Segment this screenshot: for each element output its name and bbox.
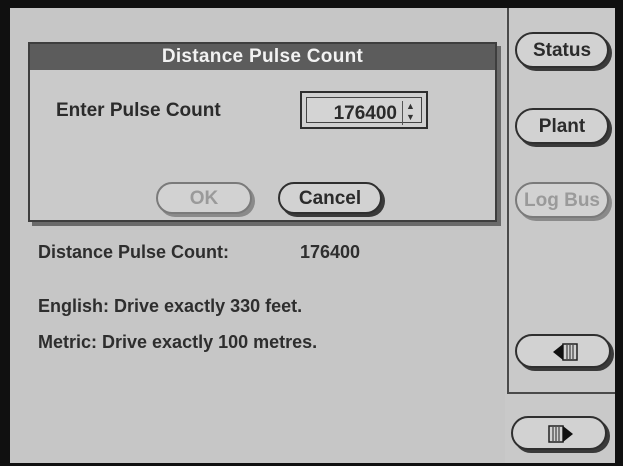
stepper-field[interactable]: 176400 ▲ ▼ — [306, 97, 422, 125]
forward-button[interactable] — [511, 416, 607, 450]
pulse-count-stepper[interactable]: 176400 ▲ ▼ — [300, 91, 428, 129]
metric-distance-text: Metric: Drive exactly 100 metres. — [38, 332, 318, 352]
log-bus-button[interactable]: Log Bus — [515, 182, 609, 218]
dialog-title: Distance Pulse Count — [30, 44, 495, 70]
ok-button[interactable]: OK — [156, 182, 252, 214]
status-button[interactable]: Status — [515, 32, 609, 68]
decrement-arrow-icon[interactable]: ▼ — [403, 112, 418, 123]
back-button[interactable] — [515, 334, 611, 368]
side-panel: Status Plant Log Bus — [507, 8, 615, 394]
pulse-count-summary-label: Distance Pulse Count: — [38, 242, 230, 262]
increment-arrow-icon[interactable]: ▲ — [403, 101, 418, 112]
plant-button[interactable]: Plant — [515, 108, 609, 144]
pulse-count-dialog: Distance Pulse Count Enter Pulse Count 1… — [28, 42, 497, 222]
pulse-count-summary-value: 176400 — [300, 242, 361, 262]
main-area: Distance Pulse Count Enter Pulse Count 1… — [10, 8, 505, 463]
stepper-arrows[interactable]: ▲ ▼ — [402, 101, 418, 125]
pulse-count-input[interactable]: 176400 — [334, 103, 397, 125]
english-distance-text: English: Drive exactly 330 feet. — [38, 296, 303, 316]
back-arrow-icon — [553, 343, 578, 361]
forward-arrow-icon — [548, 425, 573, 443]
cancel-button[interactable]: Cancel — [278, 182, 382, 214]
device-screen: Distance Pulse Count Enter Pulse Count 1… — [10, 8, 615, 463]
pulse-count-prompt: Enter Pulse Count — [56, 100, 221, 121]
